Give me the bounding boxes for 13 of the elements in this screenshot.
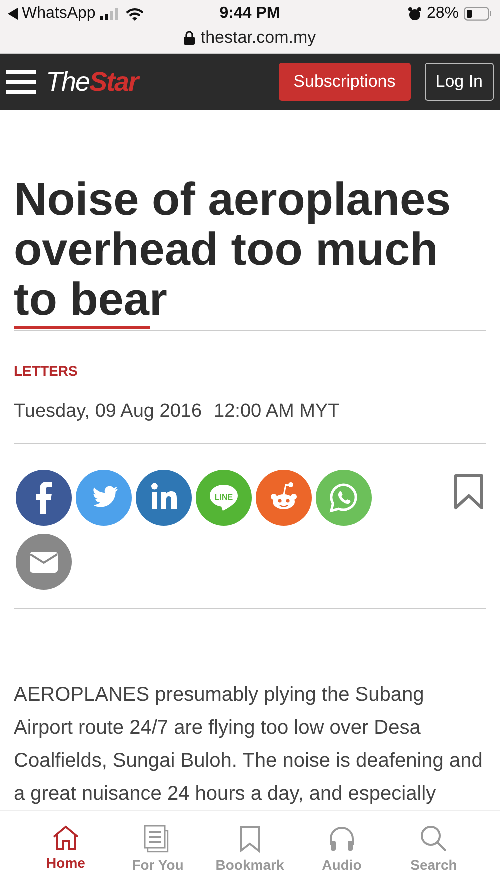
publish-date: Tuesday, 09 Aug 2016 <box>14 401 202 423</box>
battery-percent: 28% <box>426 5 459 23</box>
article-paragraph: AEROPLANES presumably plying the Subang Airport route 24/7 are flying too low over Desa Coalfields, Sungai Buloh. The noise is deafening and a great nuisance 24 hours a day, and especially <box>14 683 484 807</box>
status-time: 9:44 PM <box>220 5 280 23</box>
publish-time: 12:00 AM MYT <box>214 401 340 423</box>
nav-tab[interactable]: Home <box>26 811 106 889</box>
back-app-label[interactable]: WhatsApp <box>22 5 96 23</box>
article-title: Noise of aeroplanes overhead too much to bear <box>14 174 452 324</box>
url-text[interactable]: thestar.com.my <box>200 28 316 48</box>
category-link[interactable]: LETTERS <box>14 363 486 379</box>
site-logo[interactable]: TheStar <box>46 66 138 98</box>
login-button[interactable]: Log In <box>424 63 494 101</box>
subscriptions-button[interactable]: Subscriptions <box>278 63 411 101</box>
